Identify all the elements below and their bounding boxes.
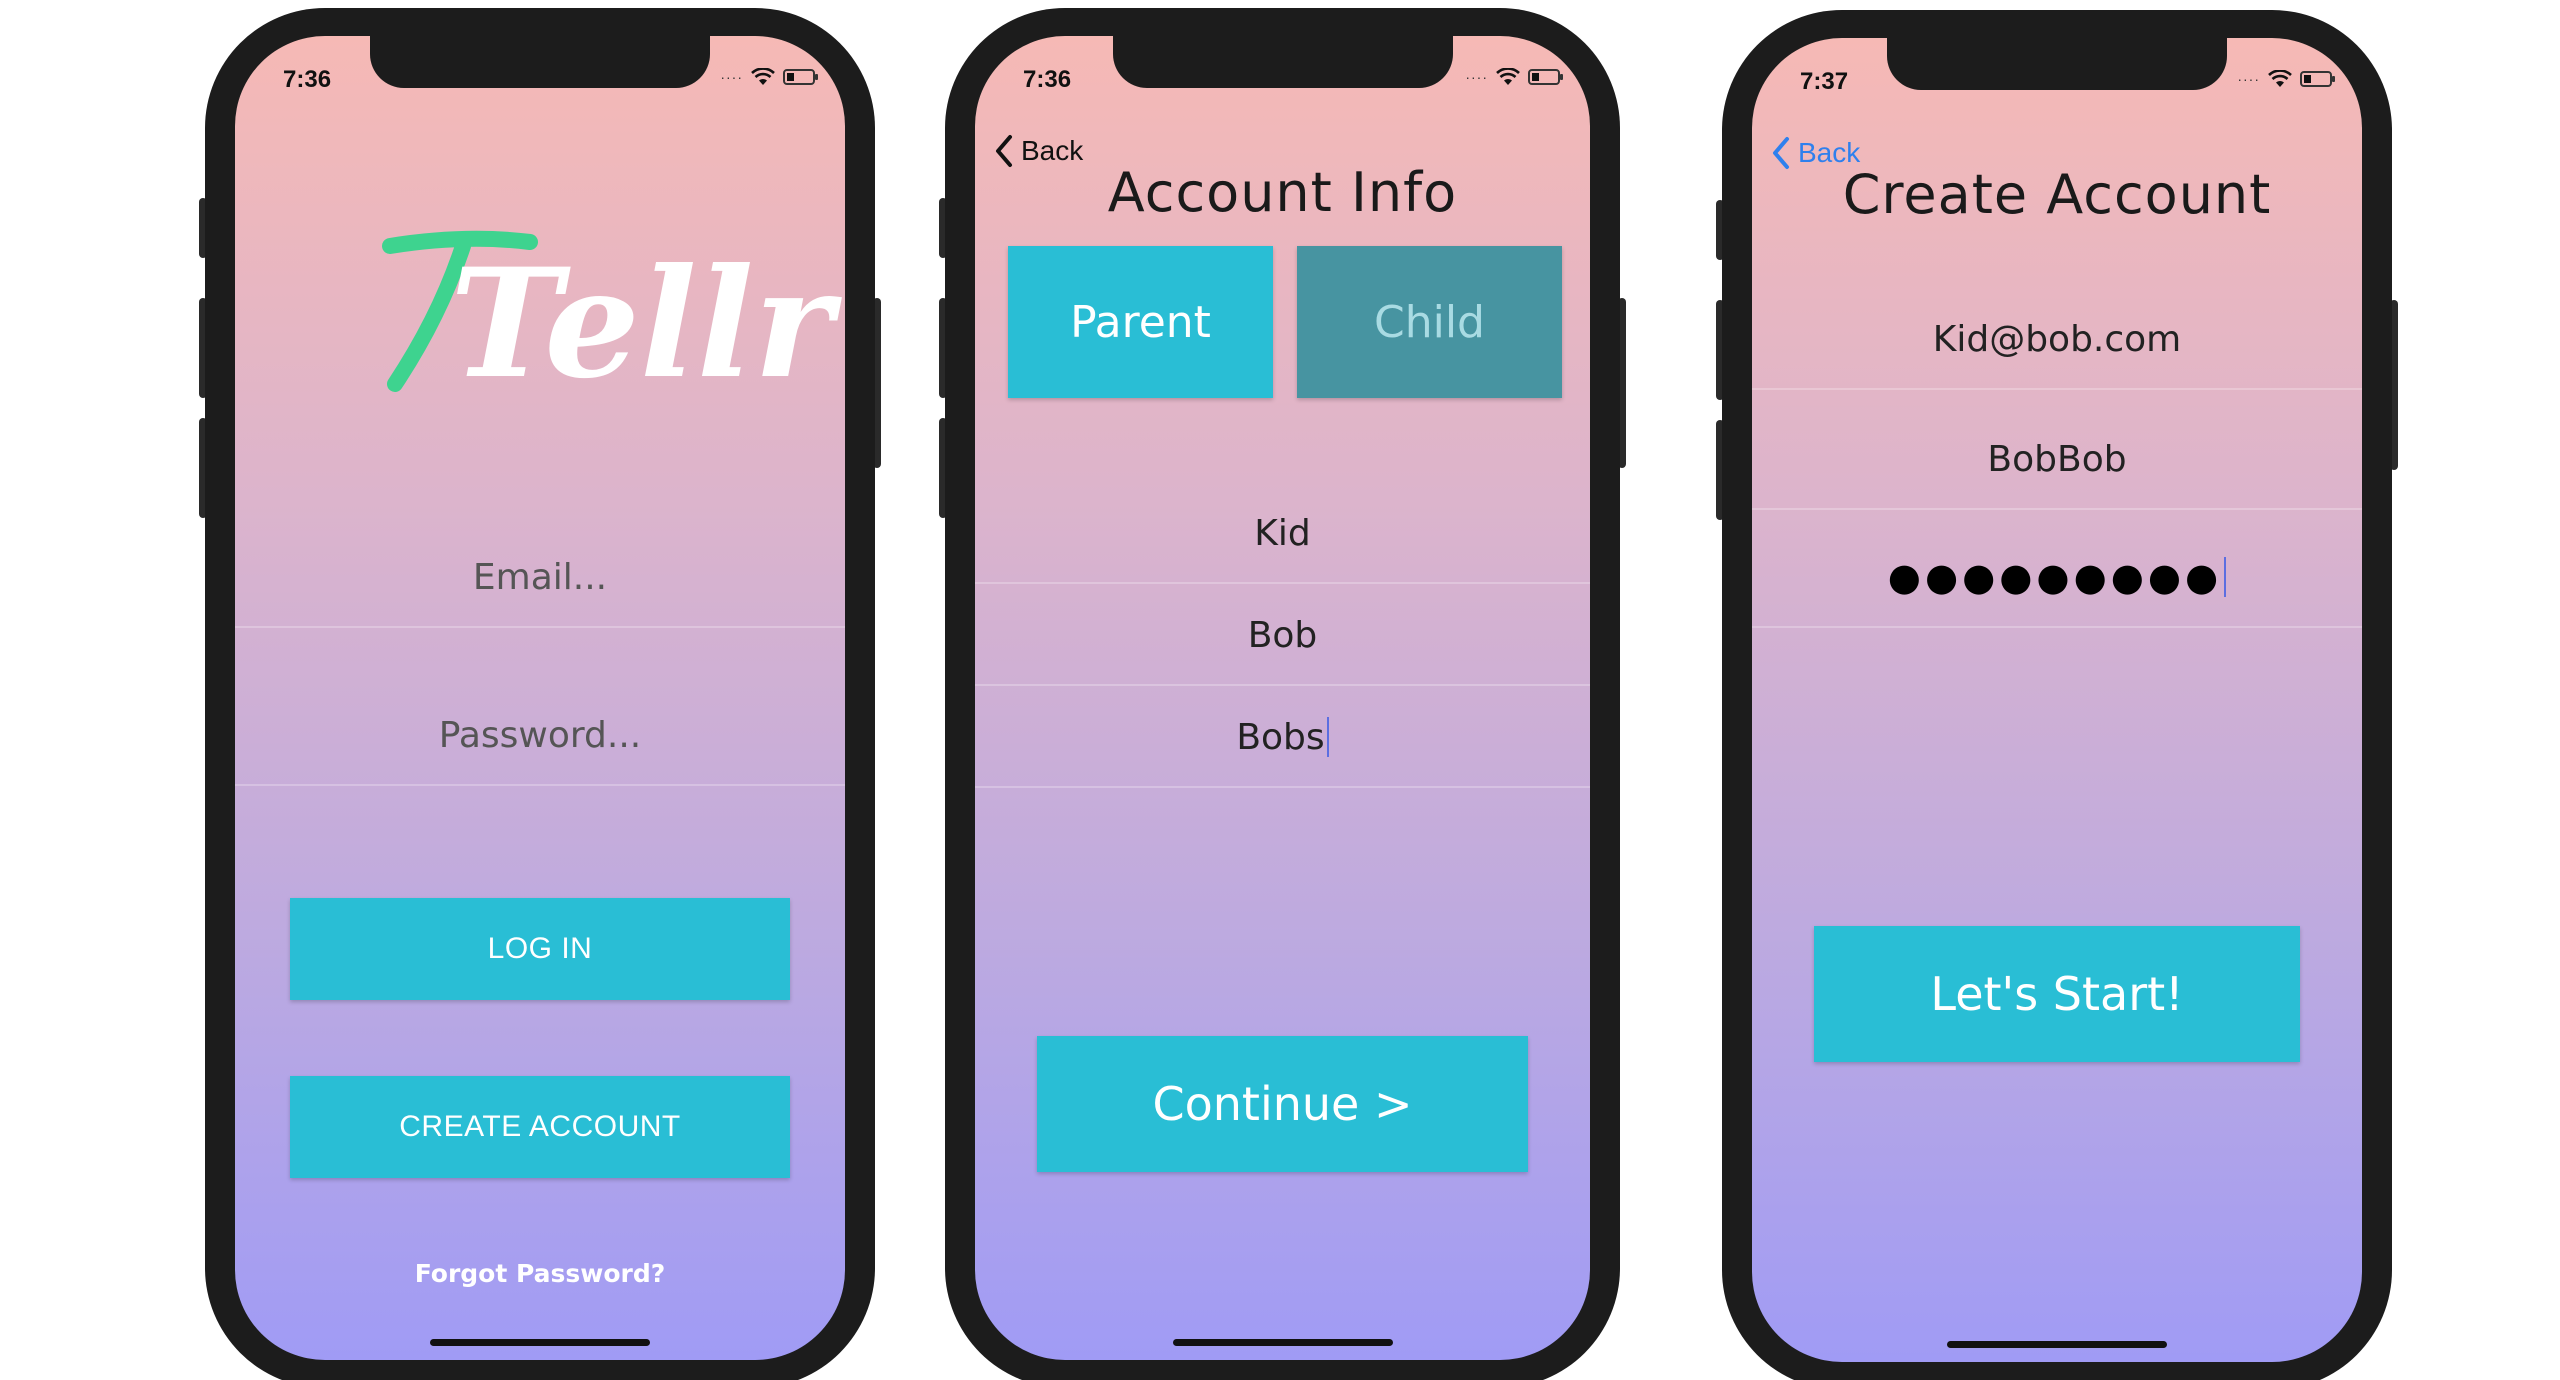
notch <box>1887 38 2227 90</box>
status-icons: ···· <box>2237 70 2336 88</box>
email-input[interactable]: Email... <box>235 528 845 628</box>
text-caret <box>1326 717 1329 757</box>
username-field[interactable]: BobBob <box>1752 410 2362 510</box>
logo-text: Tellr <box>450 236 843 396</box>
status-time: 7:36 <box>1023 66 1072 93</box>
page-title: Account Info <box>1107 161 1458 224</box>
create-account-button[interactable]: CREATE ACCOUNT <box>290 1076 790 1178</box>
wifi-icon <box>751 68 775 86</box>
notch <box>370 36 710 88</box>
battery-icon <box>2300 70 2336 88</box>
status-icons: ···· <box>1465 68 1564 86</box>
login-screen: 7:36 ···· Tellr Email... Password... LOG… <box>235 36 845 1360</box>
forgot-password-link[interactable]: Forgot Password? <box>235 1259 845 1288</box>
username-field[interactable]: Bobs <box>975 688 1590 788</box>
phone-login: 7:36 ···· Tellr Email... Password... LOG… <box>199 8 881 1380</box>
battery-icon <box>783 68 819 86</box>
login-button[interactable]: LOG IN <box>290 898 790 1000</box>
first-name-field[interactable]: Kid <box>975 484 1590 584</box>
account-info-screen: 7:36 ···· Back Account Info Parent Child… <box>975 36 1590 1360</box>
password-mask: ●●●●●●●●● <box>1887 555 2223 599</box>
status-time: 7:36 <box>283 66 332 93</box>
segment-parent[interactable]: Parent <box>1008 246 1273 398</box>
continue-button[interactable]: Continue > <box>1037 1036 1528 1172</box>
password-input[interactable]: Password... <box>235 686 845 786</box>
status-time: 7:37 <box>1800 68 1849 95</box>
email-field[interactable]: Kid@bob.com <box>1752 290 2362 390</box>
tellr-logo: Tellr <box>235 216 845 412</box>
wifi-icon <box>1496 68 1520 86</box>
segment-child[interactable]: Child <box>1297 246 1562 398</box>
create-account-screen: 7:37 ···· Back Create Account Kid@bob.co… <box>1752 38 2362 1362</box>
wifi-icon <box>2268 70 2292 88</box>
notch <box>1112 36 1453 88</box>
battery-icon <box>1528 68 1564 86</box>
text-caret <box>2224 557 2227 597</box>
lets-start-button[interactable]: Let's Start! <box>1814 926 2300 1062</box>
password-field[interactable]: ●●●●●●●●● <box>1752 528 2362 628</box>
home-indicator[interactable] <box>1172 1339 1393 1346</box>
status-icons: ···· <box>720 68 819 86</box>
username-value: Bobs <box>1236 716 1325 758</box>
signal-icon: ···· <box>1465 69 1488 85</box>
signal-icon: ···· <box>720 69 743 85</box>
stage: 7:36 ···· Tellr Email... Password... LOG… <box>0 0 2560 1380</box>
home-indicator[interactable] <box>1947 1341 2167 1348</box>
phone-account-info: 7:36 ···· Back Account Info Parent Child… <box>939 8 1626 1380</box>
phone-create-account: 7:37 ···· Back Create Account Kid@bob.co… <box>1716 10 2398 1380</box>
home-indicator[interactable] <box>430 1339 650 1346</box>
last-name-field[interactable]: Bob <box>975 586 1590 686</box>
page-title: Create Account <box>1842 163 2272 226</box>
signal-icon: ···· <box>2237 71 2260 87</box>
